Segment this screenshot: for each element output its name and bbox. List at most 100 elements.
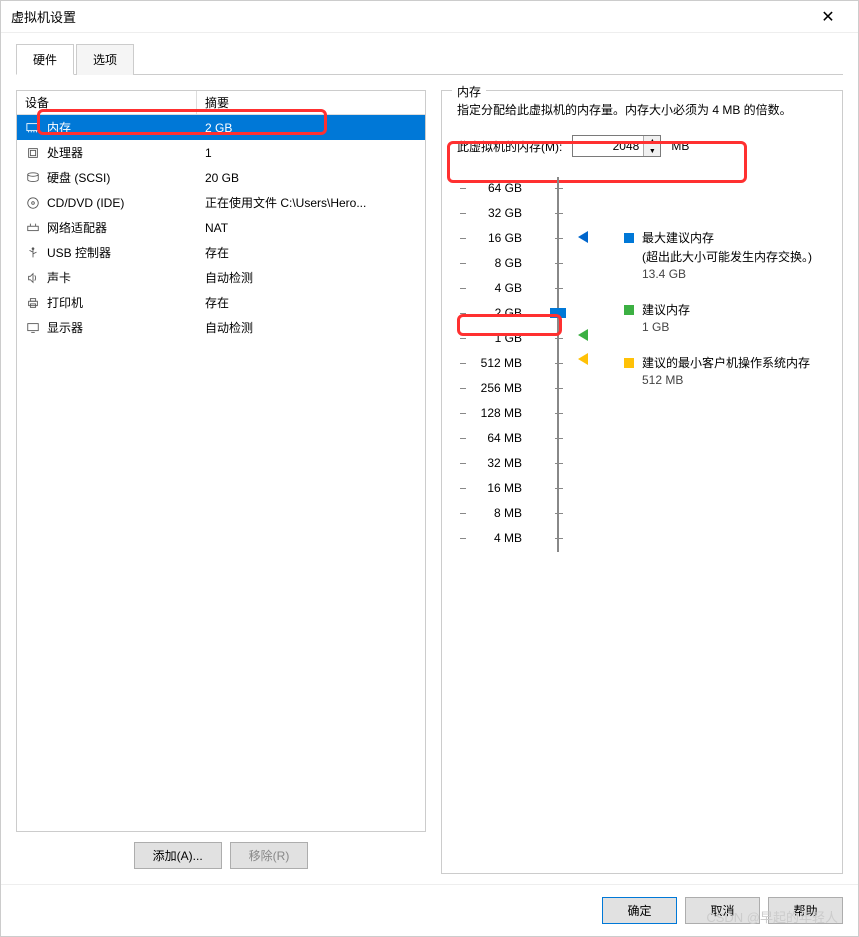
device-row-network[interactable]: 网络适配器 NAT — [17, 215, 425, 240]
info-rec: 建议内存 1 GB — [624, 301, 827, 334]
device-summary: 自动检测 — [197, 267, 425, 288]
sound-icon — [25, 271, 41, 285]
header-summary: 摘要 — [197, 91, 425, 114]
disk-icon — [25, 171, 41, 185]
cd-icon — [25, 196, 41, 210]
device-name: USB 控制器 — [47, 244, 111, 261]
device-name: 硬盘 (SCSI) — [47, 169, 110, 186]
info-min: 建议的最小客户机操作系统内存 512 MB — [624, 354, 827, 387]
printer-icon — [25, 296, 41, 310]
memory-desc: 指定分配给此虚拟机的内存量。内存大小必须为 4 MB 的倍数。 — [457, 101, 827, 120]
device-row-printer[interactable]: 打印机存在 — [17, 290, 425, 315]
spinner-down-icon[interactable]: ▼ — [644, 146, 660, 156]
min-title: 建议的最小客户机操作系统内存 — [642, 354, 810, 371]
tick-label: 8 MB — [494, 506, 522, 520]
memory-panel: 内存 指定分配给此虚拟机的内存量。内存大小必须为 4 MB 的倍数。 此虚拟机的… — [441, 90, 843, 874]
marker-rec-icon — [578, 329, 588, 341]
square-green-icon — [624, 305, 634, 315]
scale-info: 最大建议内存 (超出此大小可能发生内存交换。) 13.4 GB 建议内存 1 G… — [604, 177, 827, 552]
device-row-display[interactable]: 显示器自动检测 — [17, 315, 425, 340]
device-summary: 2 GB — [197, 119, 425, 137]
scale-tick: 8 MB — [457, 502, 542, 524]
tick-label: 512 MB — [481, 356, 522, 370]
device-name: 显示器 — [47, 319, 83, 336]
max-title: 最大建议内存 — [642, 229, 812, 246]
tick-label: 256 MB — [481, 381, 522, 395]
tick-label: 2 GB — [495, 306, 522, 320]
cancel-button[interactable]: 取消 — [685, 897, 760, 924]
device-name: 处理器 — [47, 144, 83, 161]
marker-max-icon — [578, 231, 588, 243]
tab-bar: 硬件 选项 — [16, 43, 843, 75]
device-list: 设备 摘要 内存 2 GB 处理器1 硬盘 (SCSI) 20 GB CD/DVD (ID… — [16, 90, 426, 832]
titlebar: 虚拟机设置 ✕ — [1, 1, 858, 33]
tick-label: 64 MB — [487, 431, 522, 445]
tick-label: 128 MB — [481, 406, 522, 420]
ok-button[interactable]: 确定 — [602, 897, 677, 924]
tick-label: 32 MB — [487, 456, 522, 470]
device-row-usb[interactable]: USB 控制器 存在 — [17, 240, 425, 265]
device-panel: 设备 摘要 内存 2 GB 处理器1 硬盘 (SCSI) 20 GB CD/DVD (ID… — [16, 90, 426, 874]
scale-tick: 8 GB — [457, 252, 542, 274]
device-row-disk[interactable]: 硬盘 (SCSI) 20 GB — [17, 165, 425, 190]
device-name: 打印机 — [47, 294, 83, 311]
device-summary: NAT — [197, 219, 425, 237]
device-row-sound[interactable]: 声卡自动检测 — [17, 265, 425, 290]
info-max: 最大建议内存 (超出此大小可能发生内存交换。) 13.4 GB — [624, 229, 827, 281]
max-value: 13.4 GB — [642, 267, 812, 281]
device-buttons: 添加(A)... 移除(R) — [16, 832, 426, 874]
device-name: CD/DVD (IDE) — [47, 196, 124, 210]
tick-label: 16 GB — [488, 231, 522, 245]
memory-input-row: 此虚拟机的内存(M): ▲ ▼ MB — [457, 135, 827, 157]
help-button[interactable]: 帮助 — [768, 897, 843, 924]
rec-value: 1 GB — [642, 320, 690, 334]
rec-title: 建议内存 — [642, 301, 690, 318]
window-title: 虚拟机设置 — [11, 7, 808, 26]
tick-label: 8 GB — [495, 256, 522, 270]
spinner-buttons: ▲ ▼ — [643, 136, 660, 156]
content-area: 硬件 选项 设备 摘要 内存 2 GB 处理器1 硬盘 (SCSI) 20 GB CD/D… — [1, 33, 858, 884]
tick-label: 4 MB — [494, 531, 522, 545]
max-note: (超出此大小可能发生内存交换。) — [642, 248, 812, 265]
device-name: 网络适配器 — [47, 219, 107, 236]
usb-icon — [25, 246, 41, 260]
add-button[interactable]: 添加(A)... — [134, 842, 222, 869]
scale-handle[interactable] — [550, 308, 566, 318]
list-body: 内存 2 GB 处理器1 硬盘 (SCSI) 20 GB CD/DVD (IDE) 正在使用… — [17, 115, 425, 831]
memory-icon — [25, 121, 41, 135]
square-yellow-icon — [624, 358, 634, 368]
device-row-cpu[interactable]: 处理器1 — [17, 140, 425, 165]
scale-tick: 32 MB — [457, 452, 542, 474]
cpu-icon — [25, 146, 41, 160]
tick-label: 64 GB — [488, 181, 522, 195]
device-summary: 存在 — [197, 242, 425, 263]
spinner-up-icon[interactable]: ▲ — [644, 136, 660, 146]
memory-spinner: ▲ ▼ — [572, 135, 661, 157]
tick-label: 16 MB — [487, 481, 522, 495]
remove-button: 移除(R) — [230, 842, 309, 869]
display-icon — [25, 321, 41, 335]
memory-scale: 64 GB32 GB16 GB8 GB4 GB2 GB1 GB512 MB256… — [457, 177, 827, 552]
scale-tick: 512 MB — [457, 352, 542, 374]
close-icon[interactable]: ✕ — [808, 7, 848, 27]
device-summary: 20 GB — [197, 169, 425, 187]
scale-tick: 32 GB — [457, 202, 542, 224]
scale-tick: 64 MB — [457, 427, 542, 449]
tab-options[interactable]: 选项 — [76, 44, 134, 75]
memory-input[interactable] — [573, 136, 643, 156]
list-header: 设备 摘要 — [17, 91, 425, 115]
device-summary: 正在使用文件 C:\Users\Hero... — [197, 192, 425, 213]
header-device: 设备 — [17, 91, 197, 114]
device-row-memory[interactable]: 内存 2 GB — [17, 115, 425, 140]
device-row-cd[interactable]: CD/DVD (IDE) 正在使用文件 C:\Users\Hero... — [17, 190, 425, 215]
scale-tick: 1 GB — [457, 327, 542, 349]
scale-tick: 4 MB — [457, 527, 542, 549]
scale-track[interactable] — [552, 177, 566, 552]
memory-unit: MB — [671, 139, 689, 153]
scale-tick: 256 MB — [457, 377, 542, 399]
footer: 确定 取消 帮助 CSDN @早起的年轻人 — [1, 884, 858, 936]
tick-label: 1 GB — [495, 331, 522, 345]
scale-tick: 16 GB — [457, 227, 542, 249]
tab-hardware[interactable]: 硬件 — [16, 44, 74, 75]
device-name: 内存 — [47, 119, 71, 136]
